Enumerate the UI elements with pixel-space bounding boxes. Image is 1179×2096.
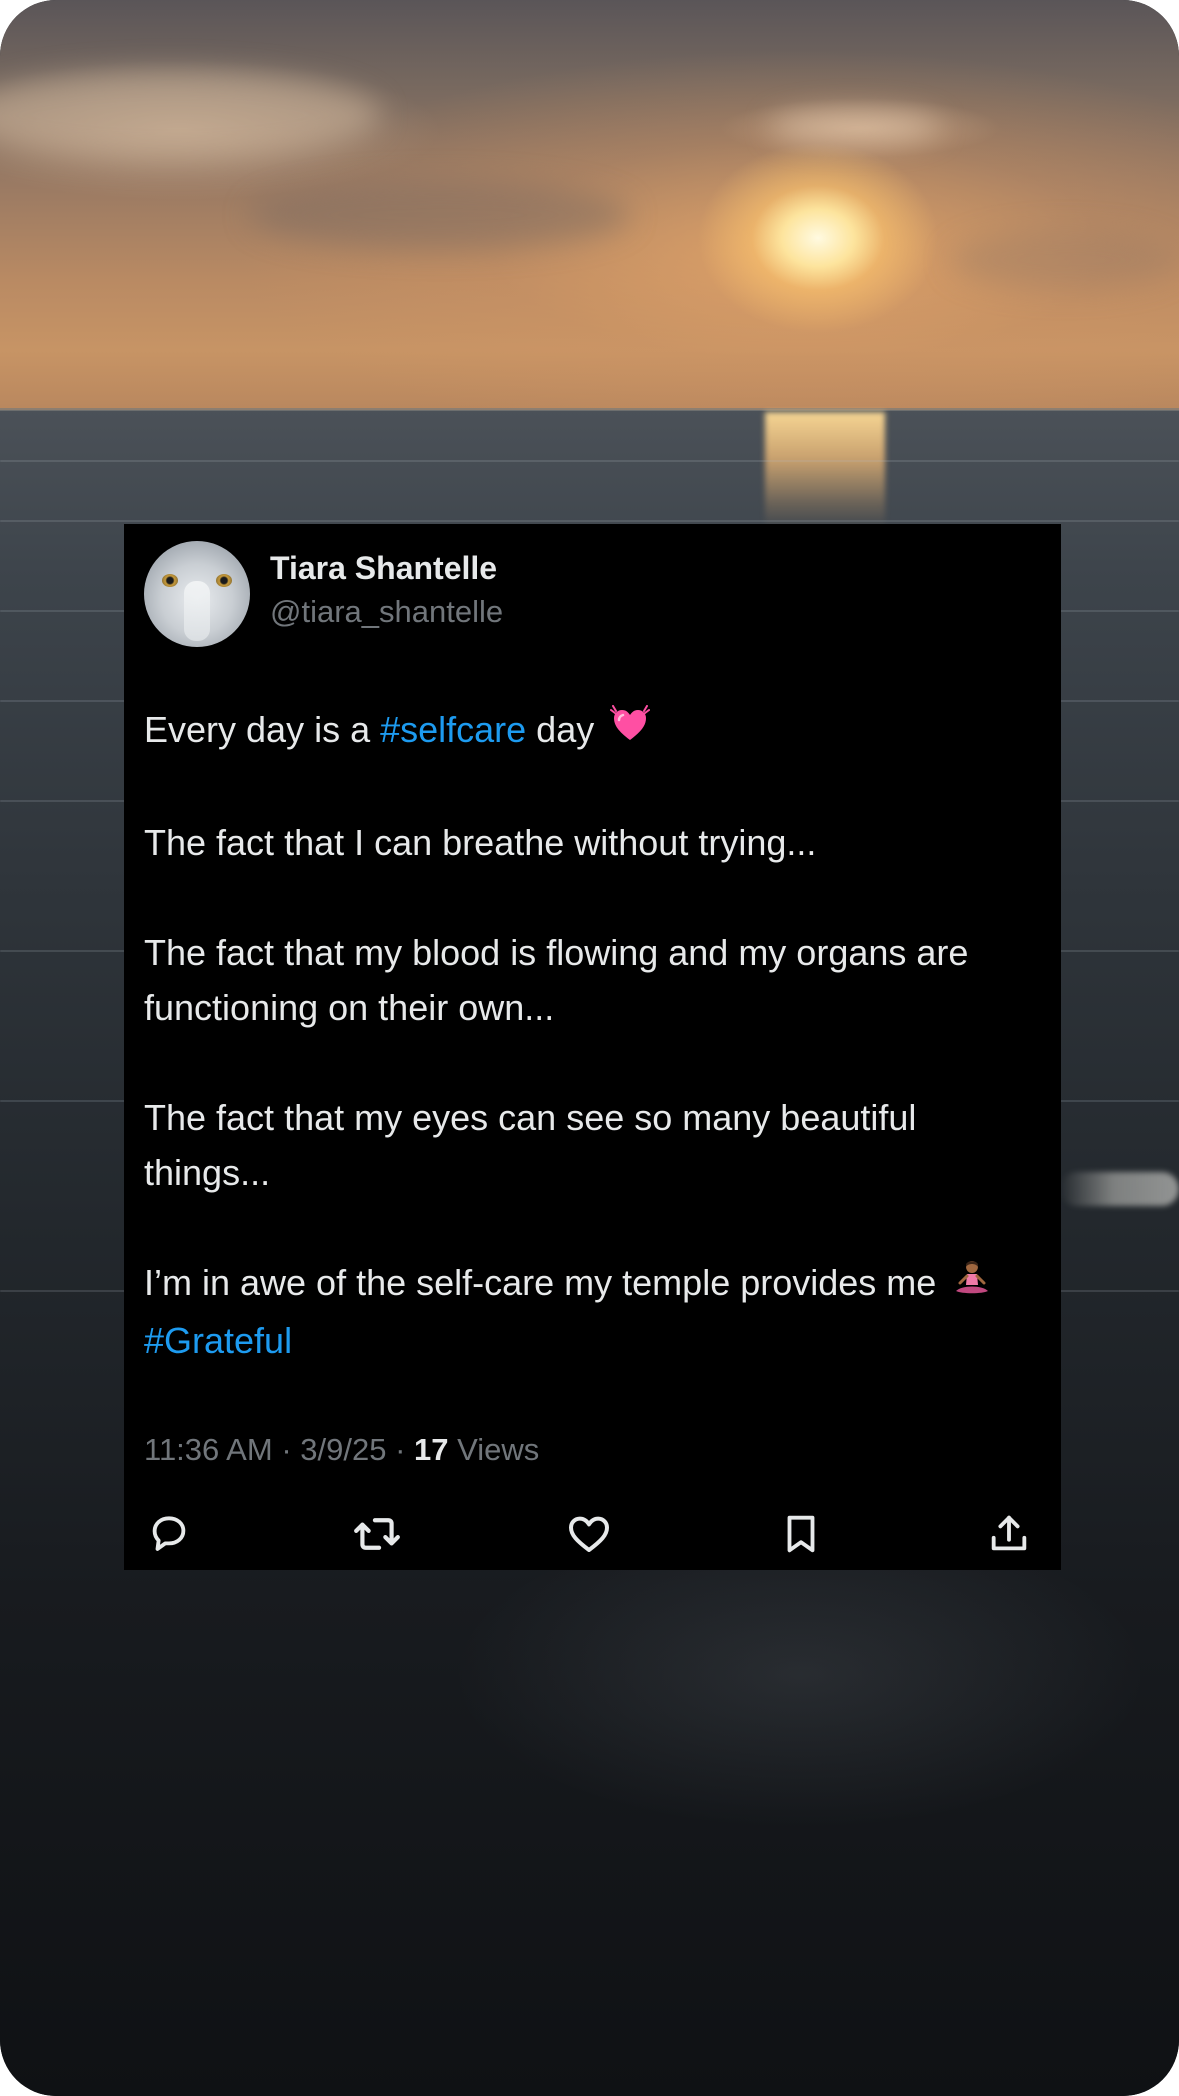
separator: ·: [281, 1432, 292, 1467]
heart-icon: [565, 1510, 613, 1558]
text-span: I’m in awe of the self-care my temple pr…: [144, 1261, 937, 1303]
separator: ·: [395, 1432, 406, 1467]
person-in-lotus-position-emoji: [952, 1258, 992, 1313]
tweet-card[interactable]: Tiara Shantelle @tiara_shantelle Every d…: [124, 524, 1061, 1570]
wave: [0, 460, 1179, 462]
avatar-eye: [162, 574, 178, 587]
share-icon: [986, 1511, 1032, 1557]
growing-heart-emoji: [610, 704, 651, 760]
cloud: [950, 230, 1179, 290]
repost-icon: [352, 1509, 402, 1559]
tweet-paragraph: The fact that my blood is flowing and my…: [144, 931, 969, 1028]
cloud: [770, 110, 940, 144]
share-button[interactable]: [984, 1509, 1034, 1559]
like-button[interactable]: [564, 1509, 614, 1559]
tweet-text: Every day is a #selfcare day The fact th…: [144, 702, 1044, 1368]
water-sparkle: [450, 1570, 1150, 1830]
screen: Tiara Shantelle @tiara_shantelle Every d…: [0, 0, 1179, 2096]
avatar-eye: [216, 574, 232, 587]
tweet-time[interactable]: 11:36 AM: [144, 1432, 273, 1467]
tweet-paragraph: The fact that my eyes can see so many be…: [144, 1096, 917, 1193]
tweet-paragraph: I’m in awe of the self-care my temple pr…: [144, 1255, 1044, 1368]
hashtag-link[interactable]: #Grateful: [144, 1320, 292, 1361]
text-span: Every day is a: [144, 709, 381, 750]
repost-button[interactable]: [352, 1509, 402, 1559]
text-span: day: [526, 709, 595, 750]
action-bar: [124, 1509, 1061, 1559]
views-count: 17: [414, 1432, 449, 1467]
surf-foam: [1060, 1172, 1179, 1206]
cloud: [250, 180, 630, 250]
hashtag-link[interactable]: #selfcare: [380, 709, 526, 750]
tweet-paragraph: Every day is a #selfcare day: [144, 702, 1044, 760]
horizon-line: [0, 408, 1179, 411]
wave: [0, 520, 1179, 522]
display-name[interactable]: Tiara Shantelle: [270, 550, 497, 587]
tweet-date[interactable]: 3/9/25: [300, 1432, 386, 1467]
bookmark-button[interactable]: [776, 1509, 826, 1559]
reply-icon: [146, 1511, 192, 1557]
avatar-snout: [184, 581, 210, 641]
reply-button[interactable]: [144, 1509, 194, 1559]
bookmark-icon: [778, 1511, 824, 1557]
tweet-metadata: 11:36 AM · 3/9/25 · 17 Views: [144, 1432, 539, 1468]
user-handle[interactable]: @tiara_shantelle: [270, 594, 503, 630]
sun-reflection: [765, 412, 885, 527]
views-label: Views: [457, 1432, 540, 1467]
tweet-paragraph: The fact that I can breathe without tryi…: [144, 821, 817, 863]
avatar[interactable]: [144, 541, 250, 647]
